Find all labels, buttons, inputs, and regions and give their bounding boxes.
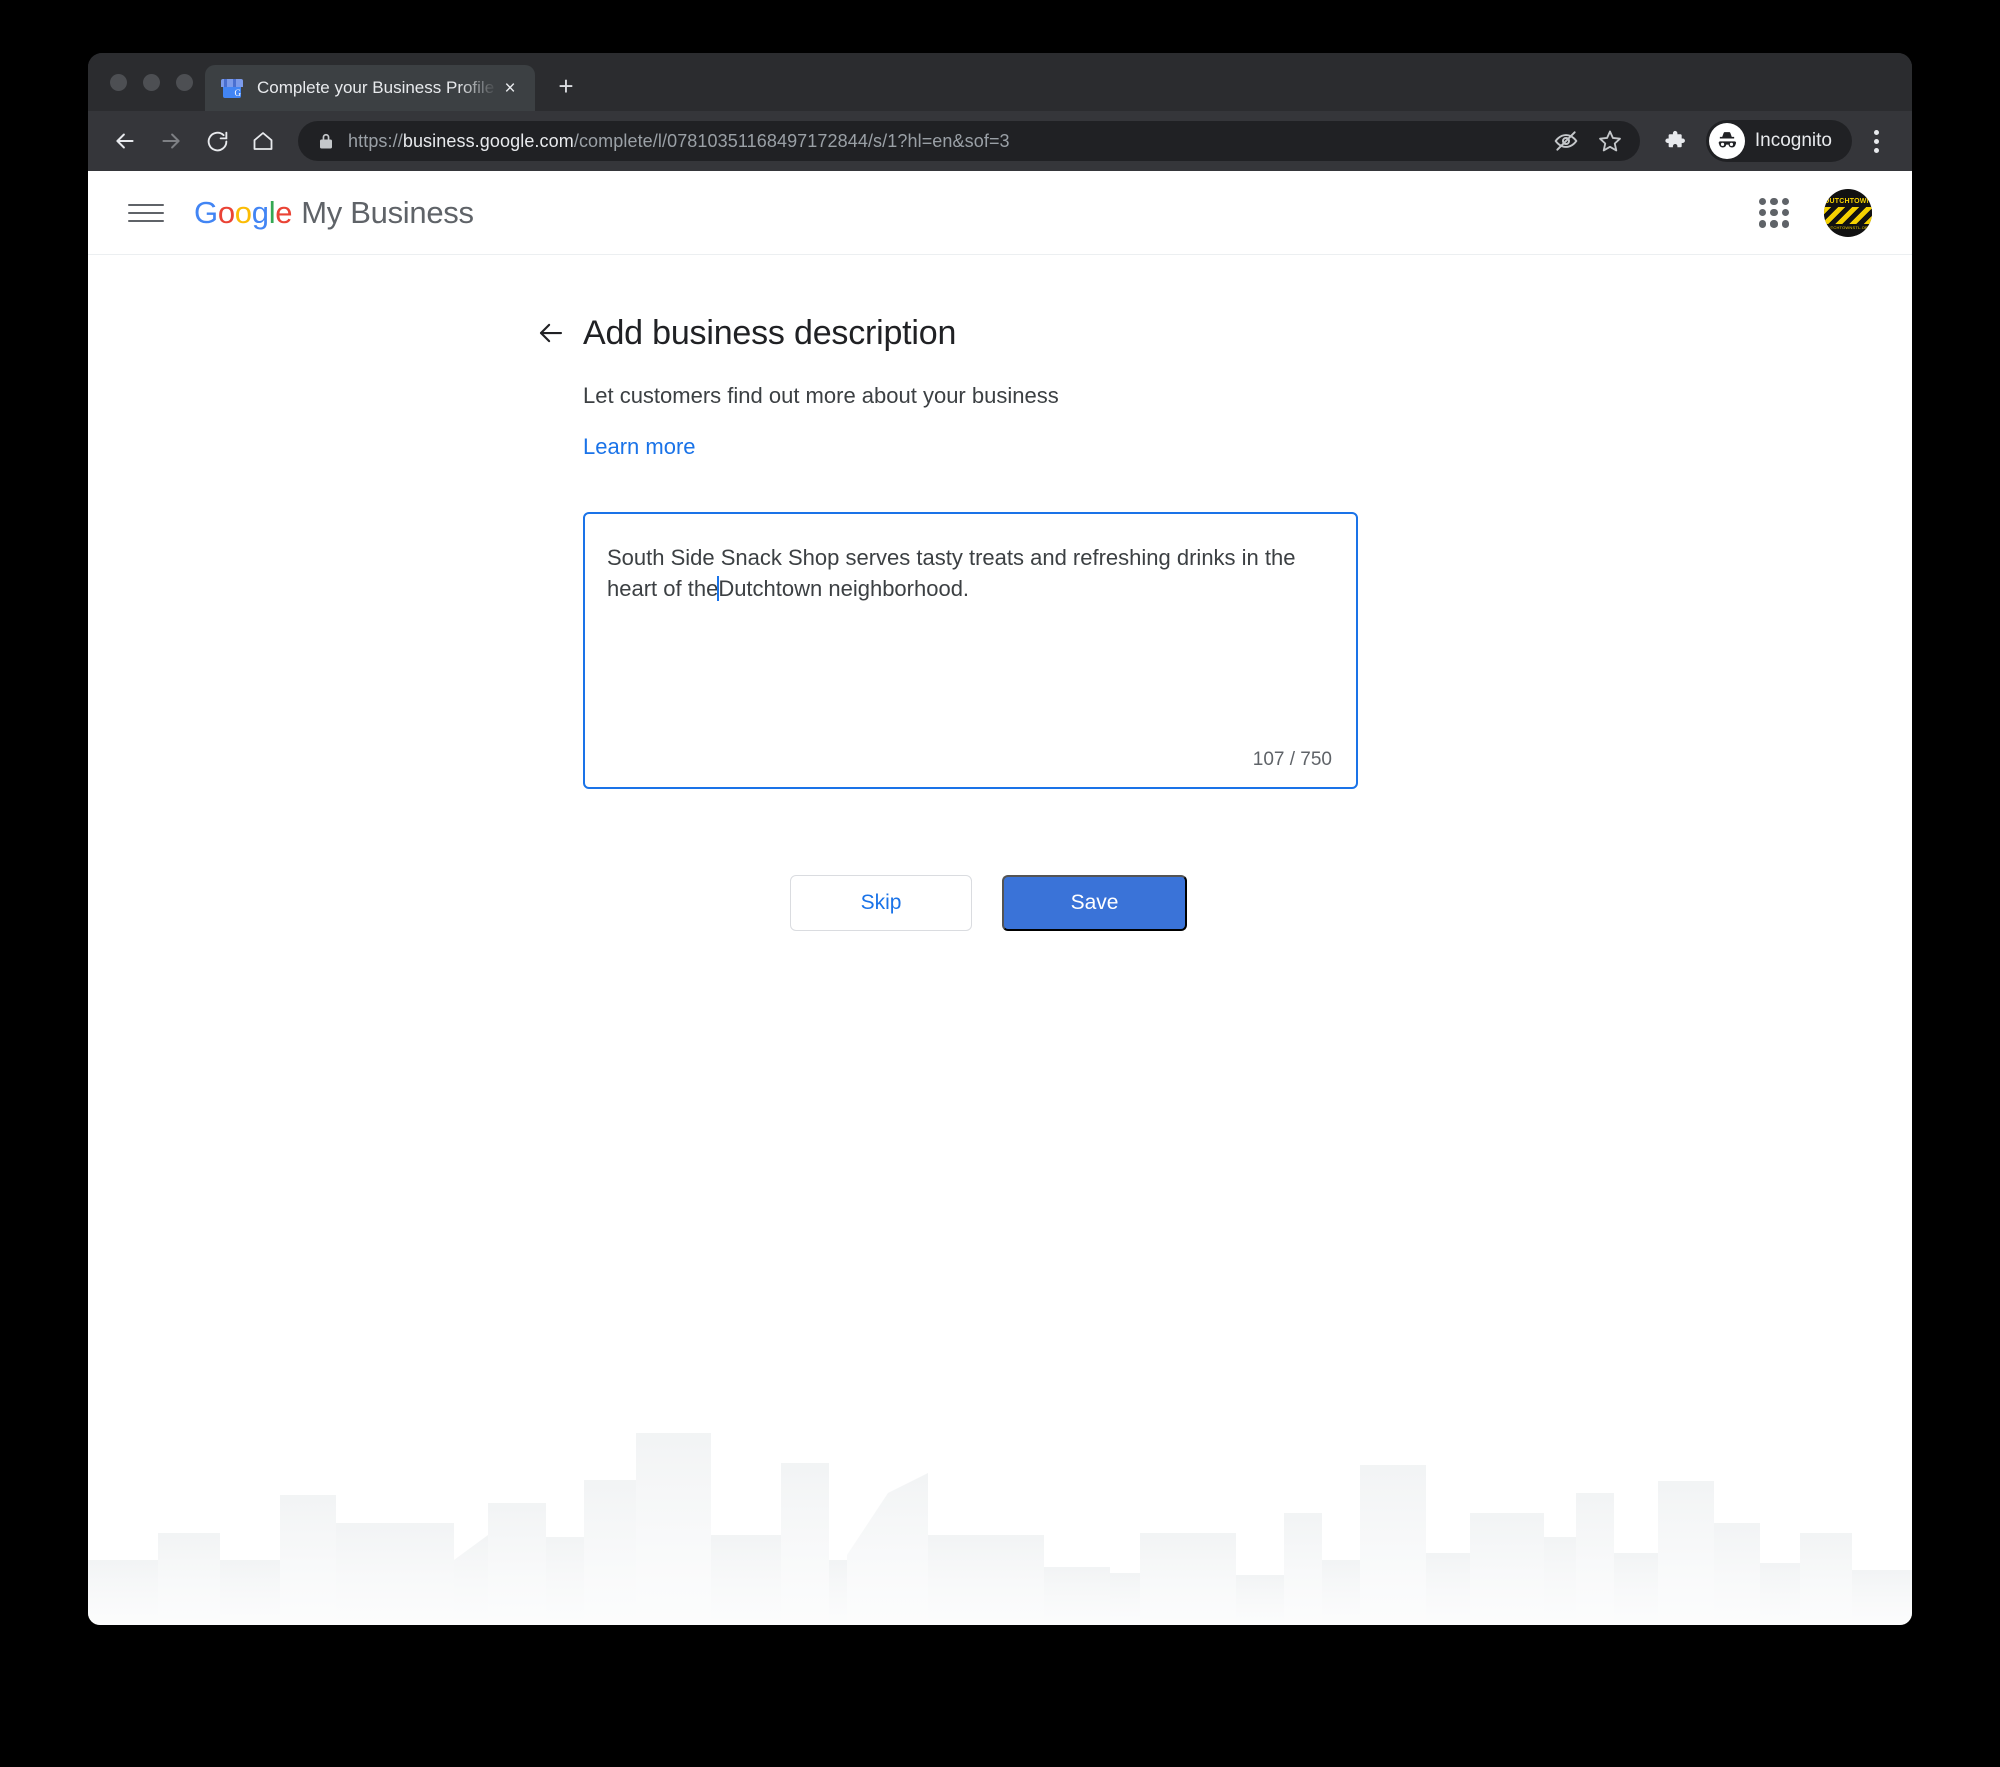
new-tab-button[interactable]: + [543,63,589,109]
page-viewport: Google My Business DUTCHTOWN DUTCHTOWNST… [88,171,1912,1625]
description-textarea[interactable]: South Side Snack Shop serves tasty treat… [583,512,1358,789]
lock-icon [318,132,334,150]
address-bar[interactable]: https://business.google.com/complete/l/0… [298,121,1640,161]
business-description-form: Add business description Let customers f… [539,309,1373,931]
main-content: Add business description Let customers f… [88,255,1912,931]
product-name: My Business [301,194,474,230]
avatar-top-text: DUTCHTOWN [1824,197,1872,205]
browser-window: G Complete your Business Profile × + htt… [88,53,1912,1625]
app-header-actions: DUTCHTOWN DUTCHTOWNSTL.ORG [1752,188,1872,237]
skip-button[interactable]: Skip [790,875,972,931]
window-traffic-lights [106,53,205,111]
star-icon[interactable] [1596,127,1624,155]
maximize-window-button[interactable] [176,73,193,91]
app-header: Google My Business DUTCHTOWN DUTCHTOWNST… [88,171,1912,255]
browser-tab[interactable]: G Complete your Business Profile × [205,65,535,111]
description-text: South Side Snack Shop serves tasty treat… [607,542,1330,604]
reload-icon[interactable] [194,118,240,164]
browser-toolbar: https://business.google.com/complete/l/0… [88,111,1912,171]
page-title: Add business description [583,313,957,352]
hamburger-icon[interactable] [122,189,170,237]
back-arrow-icon[interactable] [102,118,148,164]
avatar[interactable]: DUTCHTOWN DUTCHTOWNSTL.ORG [1824,188,1872,237]
omnibox-actions [1536,127,1624,155]
description-text-after-caret: Dutchtown neighborhood. [718,576,970,602]
avatar-zigzag-pattern [1824,206,1872,224]
minimize-window-button[interactable] [143,73,160,91]
apps-grid-icon[interactable] [1752,191,1796,235]
google-my-business-logo: Google My Business [194,195,474,231]
incognito-hat-glasses-icon [1708,123,1745,159]
close-window-button[interactable] [110,73,127,91]
profile-incognito-button[interactable]: Incognito [1705,120,1852,162]
page-back-arrow-icon[interactable] [527,309,575,357]
tab-strip: G Complete your Business Profile × + [88,53,1912,111]
forward-arrow-icon[interactable] [148,118,194,164]
google-my-business-favicon-icon: G [221,77,243,99]
eye-slash-icon[interactable] [1552,127,1580,155]
character-counter: 107 / 750 [1252,749,1332,770]
avatar-bottom-text: DUTCHTOWNSTL.ORG [1824,224,1872,230]
form-actions: Skip Save [790,875,1373,931]
page-title-row: Add business description [527,309,1373,357]
google-wordmark: Google [194,194,293,230]
page-subtitle: Let customers find out more about your b… [583,383,1059,408]
learn-more-link[interactable]: Learn more [583,434,696,460]
city-skyline-illustration [88,1433,1912,1625]
tab-title: Complete your Business Profile [257,78,495,97]
profile-label: Incognito [1754,130,1832,151]
kebab-menu-icon[interactable] [1858,121,1894,161]
puzzle-piece-icon[interactable] [1656,121,1696,161]
home-icon[interactable] [240,118,286,164]
close-tab-icon[interactable]: × [497,75,523,101]
url-text: https://business.google.com/complete/l/0… [348,130,1010,151]
save-button[interactable]: Save [1002,875,1187,931]
